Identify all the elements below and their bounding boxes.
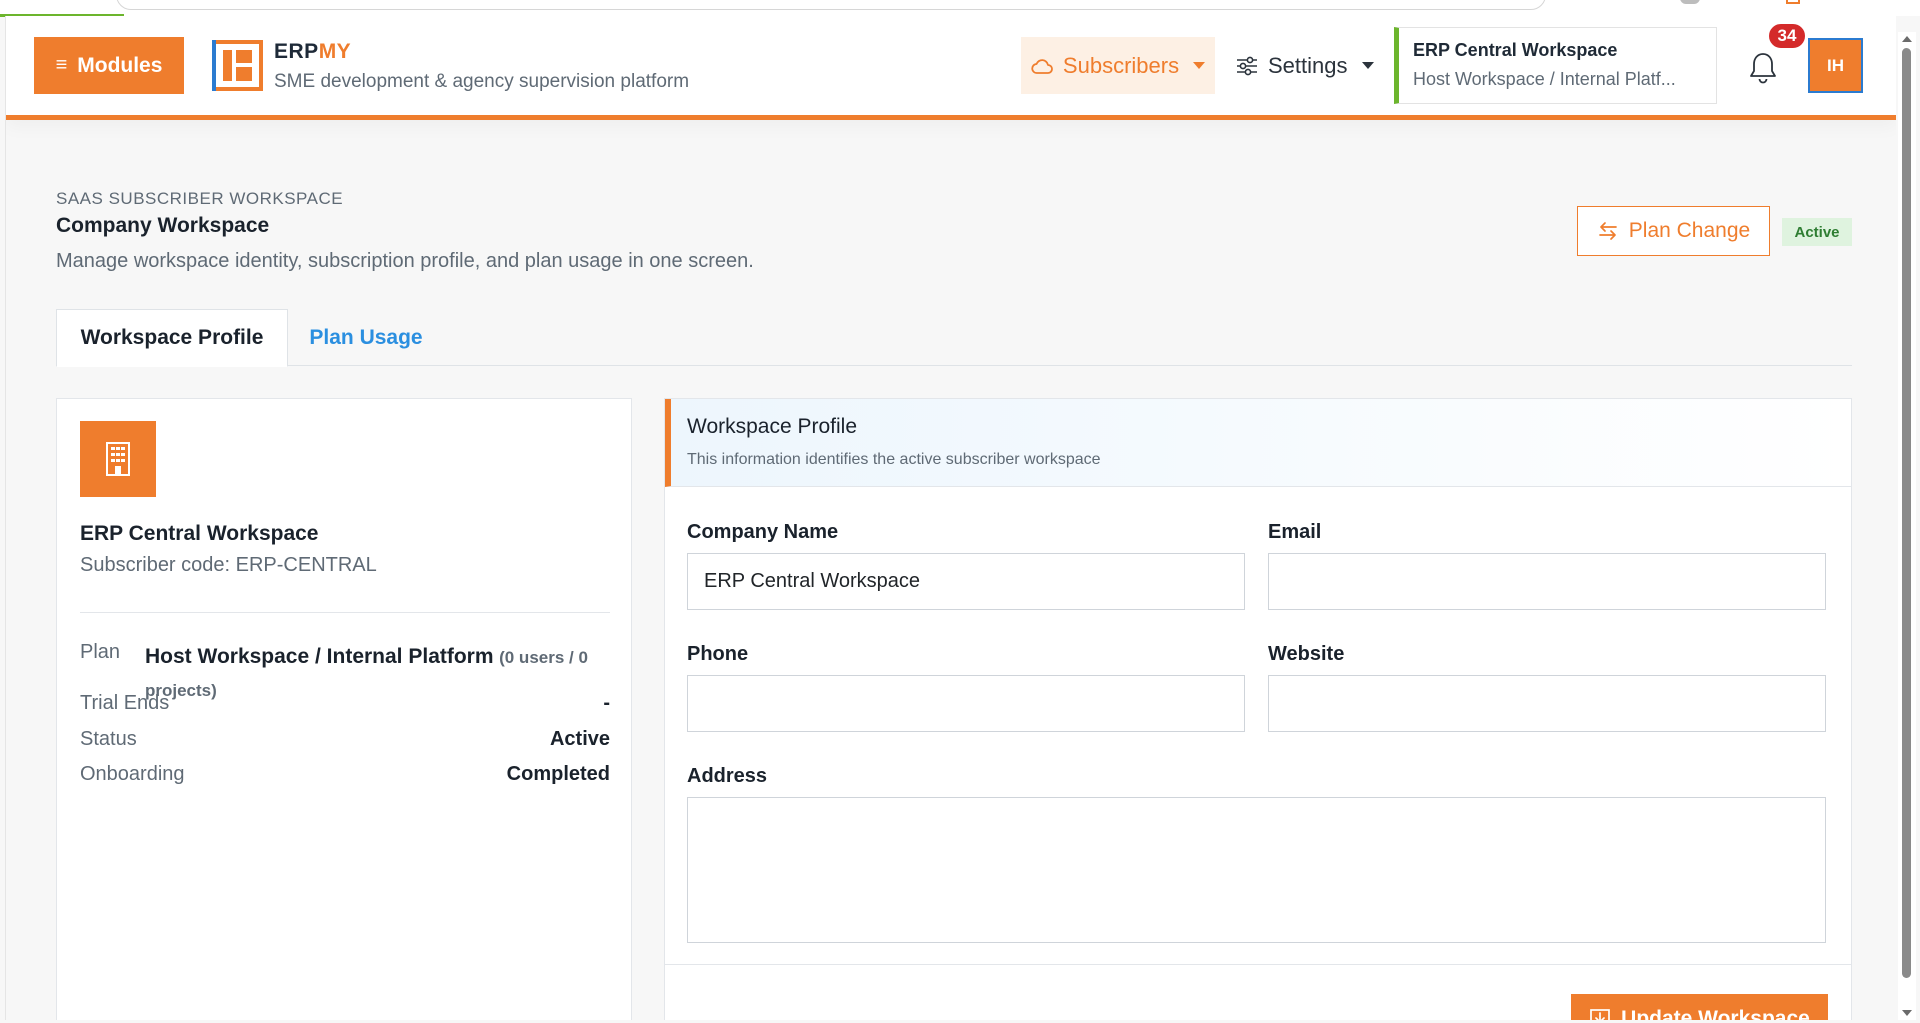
- plan-name: Host Workspace / Internal Platform: [145, 645, 494, 668]
- page-description: Manage workspace identity, subscription …: [56, 250, 754, 272]
- update-workspace-label: Update Workspace: [1621, 1007, 1810, 1020]
- company-name-label: Company Name: [687, 521, 839, 543]
- tab-plan-usage[interactable]: Plan Usage: [296, 309, 436, 366]
- summary-row-onboarding: Onboarding Completed: [80, 763, 610, 786]
- browser-chrome: [0, 0, 1920, 16]
- form-section-header: Workspace Profile This information ident…: [665, 399, 1851, 487]
- cloud-icon: [1031, 58, 1053, 74]
- brand-name[interactable]: ERPMY: [274, 40, 351, 64]
- plan-change-button[interactable]: Plan Change: [1577, 206, 1770, 256]
- summary-subscriber-code: Subscriber code: ERP-CENTRAL: [80, 554, 377, 576]
- user-avatar[interactable]: IH: [1808, 38, 1863, 93]
- chevron-down-icon: [1361, 62, 1374, 69]
- brand-logo-icon[interactable]: [212, 40, 263, 91]
- summary-divider: [80, 612, 610, 613]
- top-header: ≡ Modules ERPMY SME development & agency…: [6, 16, 1896, 120]
- brand-tagline: SME development & agency supervision pla…: [274, 71, 690, 92]
- status-badge: Active: [1782, 218, 1852, 246]
- hamburger-icon: ≡: [55, 54, 68, 76]
- workspace-summary-card: ERP Central Workspace Subscriber code: E…: [56, 398, 632, 1020]
- scroll-down-icon[interactable]: [1902, 1010, 1912, 1016]
- chevron-down-icon: [1193, 62, 1206, 69]
- status-value: Active: [549, 728, 610, 750]
- status-label: Status: [80, 728, 137, 750]
- modules-button[interactable]: ≡ Modules: [34, 37, 184, 94]
- workspace-switcher-subtitle: Host Workspace / Internal Platf...: [1413, 69, 1676, 89]
- browser-address-bar[interactable]: [116, 0, 1546, 10]
- onboarding-label: Onboarding: [80, 763, 185, 785]
- modules-label: Modules: [77, 53, 163, 77]
- plan-label: Plan: [80, 641, 121, 663]
- subscribers-label: Subscribers: [1062, 52, 1180, 78]
- update-workspace-button[interactable]: Update Workspace: [1571, 994, 1828, 1020]
- settings-label: Settings: [1268, 52, 1348, 78]
- website-label: Website: [1268, 643, 1345, 665]
- browser-profile-icon[interactable]: [1680, 0, 1700, 4]
- form-section-title: Workspace Profile: [687, 415, 858, 438]
- phone-input[interactable]: [687, 675, 1245, 732]
- browser-extension-icon[interactable]: [1786, 0, 1800, 4]
- download-box-icon: [1590, 1009, 1611, 1020]
- notification-count-badge: 34: [1767, 22, 1807, 50]
- page-eyebrow: SAAS SUBSCRIBER WORKSPACE: [56, 189, 344, 208]
- app-root: ≡ Modules ERPMY SME development & agency…: [5, 16, 1896, 1020]
- email-label: Email: [1268, 521, 1322, 543]
- scrollbar-thumb[interactable]: [1902, 48, 1911, 978]
- scroll-up-icon[interactable]: [1902, 36, 1912, 42]
- address-label: Address: [687, 765, 768, 787]
- address-textarea[interactable]: [687, 797, 1826, 943]
- settings-dropdown[interactable]: Settings: [1232, 37, 1377, 94]
- brand-prefix: ERP: [274, 40, 319, 63]
- bell-icon[interactable]: [1748, 50, 1778, 84]
- trial-ends-value: -: [603, 692, 610, 714]
- phone-label: Phone: [687, 643, 749, 665]
- page-title: Company Workspace: [56, 214, 270, 237]
- brand-accent: MY: [318, 40, 352, 63]
- summary-row-status: Status Active: [80, 728, 610, 751]
- company-name-input[interactable]: [687, 553, 1245, 610]
- website-input[interactable]: [1268, 675, 1826, 732]
- form-footer-divider: [665, 964, 1851, 965]
- email-input[interactable]: [1268, 553, 1826, 610]
- subscribers-dropdown[interactable]: Subscribers: [1021, 37, 1215, 94]
- building-icon: [80, 421, 156, 497]
- summary-company-name: ERP Central Workspace: [80, 522, 319, 545]
- onboarding-value: Completed: [506, 763, 610, 785]
- form-section-description: This information identifies the active s…: [687, 451, 1101, 468]
- tab-bar: Workspace Profile Plan Usage: [56, 309, 1852, 367]
- summary-row-trial-ends: Trial Ends -: [80, 692, 610, 715]
- workspace-switcher[interactable]: ERP Central Workspace Host Workspace / I…: [1394, 27, 1717, 104]
- workspace-switcher-title: ERP Central Workspace: [1413, 40, 1618, 60]
- page-scrollbar[interactable]: [1898, 32, 1916, 1020]
- swap-icon: [1598, 222, 1617, 240]
- trial-ends-label: Trial Ends: [80, 692, 170, 714]
- tab-workspace-profile[interactable]: Workspace Profile: [56, 309, 288, 367]
- plan-change-label: Plan Change: [1628, 219, 1751, 242]
- workspace-profile-form: Workspace Profile This information ident…: [664, 398, 1852, 1020]
- sliders-icon: [1237, 56, 1257, 75]
